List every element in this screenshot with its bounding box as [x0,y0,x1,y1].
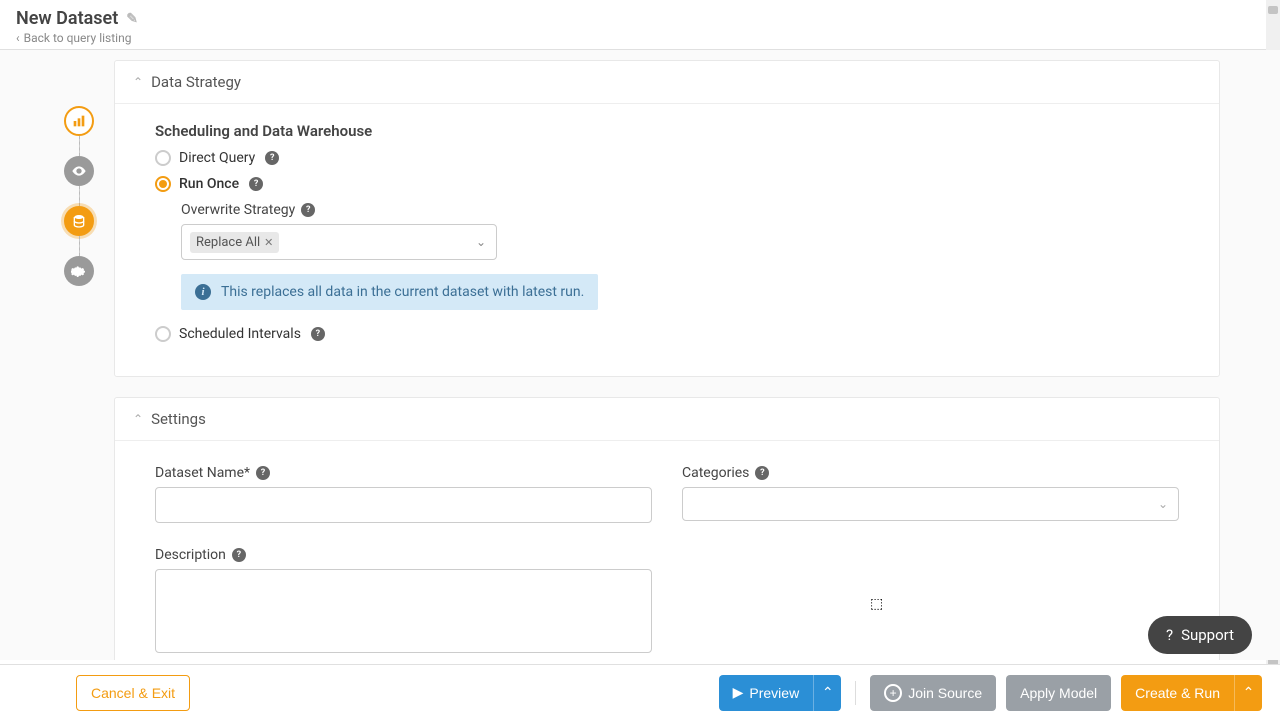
page-title: New Dataset ✎ [16,8,138,29]
cancel-button[interactable]: Cancel & Exit [76,675,190,711]
help-icon[interactable]: ? [256,466,270,480]
chevron-left-icon: ‹ [16,31,20,45]
dataset-name-label-text: Dataset Name* [155,465,250,481]
step-4[interactable] [64,256,94,286]
help-icon[interactable]: ? [249,177,263,191]
step-nav [64,106,94,286]
radio-icon [155,326,171,342]
chevron-up-icon: ⌃ [822,684,834,701]
categories-label: Categories ? [682,465,1179,481]
settings-header[interactable]: ⌃ Settings [115,398,1219,441]
overwrite-select[interactable]: Replace All ✕ ⌄ [181,224,497,260]
play-icon: ▶ [733,684,744,701]
scheduling-title: Scheduling and Data Warehouse [155,122,1179,140]
edit-icon[interactable]: ✎ [126,11,138,27]
question-icon: ? [1166,626,1173,644]
radio-scheduled-intervals[interactable]: Scheduled Intervals ? [155,326,1179,342]
dataset-name-input[interactable] [155,487,652,523]
settings-body: Dataset Name* ? Categories ? ⌄ [115,441,1219,660]
support-button[interactable]: ? Support [1148,616,1252,654]
step-1[interactable] [64,106,94,136]
dataset-name-label: Dataset Name* ? [155,465,652,481]
join-source-label: Join Source [908,685,982,701]
cancel-button-label: Cancel & Exit [91,685,175,701]
categories-select[interactable]: ⌄ [682,487,1179,521]
description-input[interactable] [155,569,652,653]
chevron-down-icon: ⌄ [1158,497,1168,511]
settings-title: Settings [151,410,206,428]
bars-icon [71,113,87,129]
help-icon[interactable]: ? [301,203,315,217]
create-run-label: Create & Run [1135,685,1220,701]
close-icon[interactable]: ✕ [264,236,273,249]
step-2[interactable] [64,156,94,186]
top-bar: New Dataset ✎ ‹ Back to query listing [0,0,1280,50]
create-run-button[interactable]: Create & Run [1121,675,1234,711]
radio-label: Direct Query [179,150,255,166]
data-strategy-header[interactable]: ⌃ Data Strategy [115,61,1219,104]
plus-circle-icon: + [884,684,902,702]
database-icon [71,213,87,229]
apply-model-label: Apply Model [1020,685,1097,701]
radio-icon [155,176,171,192]
info-icon: i [195,284,211,300]
chevron-up-icon: ⌃ [1243,684,1255,701]
data-strategy-panel: ⌃ Data Strategy Scheduling and Data Ware… [114,60,1220,377]
footer-bar: Cancel & Exit ▶ Preview ⌃ + Join Source … [0,664,1280,720]
overwrite-tag[interactable]: Replace All ✕ [190,232,279,253]
gear-icon [71,263,87,279]
description-field: Description ? [155,547,652,657]
settings-panel: ⌃ Settings Dataset Name* ? Categories [114,397,1220,660]
chevron-up-icon: ⌃ [133,75,143,89]
overwrite-label: Overwrite Strategy ? [181,202,1179,218]
radio-label: Run Once [179,176,239,192]
join-source-button[interactable]: + Join Source [870,675,996,711]
eye-icon [71,163,87,179]
info-box: i This replaces all data in the current … [181,274,598,310]
preview-button[interactable]: ▶ Preview [719,675,814,711]
data-strategy-title: Data Strategy [151,73,241,91]
overwrite-tag-text: Replace All [196,235,260,250]
scroll-arrow-up[interactable] [1268,6,1278,14]
help-icon[interactable]: ? [311,327,325,341]
radio-label: Scheduled Intervals [179,326,301,342]
help-icon[interactable]: ? [265,151,279,165]
preview-dropdown[interactable]: ⌃ [813,675,841,711]
support-label: Support [1181,626,1234,644]
back-link[interactable]: ‹ Back to query listing [16,31,1264,45]
description-label-text: Description [155,547,226,563]
info-text: This replaces all data in the current da… [221,284,584,300]
categories-field: Categories ? ⌄ [682,465,1179,523]
step-connector [79,136,80,156]
step-connector [79,236,80,256]
page-title-text: New Dataset [16,8,118,29]
radio-icon [155,150,171,166]
main-content: ⌃ Data Strategy Scheduling and Data Ware… [0,50,1280,660]
preview-button-label: Preview [749,685,799,701]
description-label: Description ? [155,547,652,563]
overwrite-block: Overwrite Strategy ? Replace All ✕ ⌄ i T… [181,202,1179,310]
radio-run-once[interactable]: Run Once ? [155,176,1179,192]
help-icon[interactable]: ? [232,548,246,562]
radio-direct-query[interactable]: Direct Query ? [155,150,1179,166]
data-strategy-body: Scheduling and Data Warehouse Direct Que… [115,104,1219,376]
step-connector [79,186,80,206]
categories-label-text: Categories [682,465,749,481]
dataset-name-field: Dataset Name* ? [155,465,652,523]
apply-model-button[interactable]: Apply Model [1006,675,1111,711]
create-run-dropdown[interactable]: ⌃ [1234,675,1262,711]
help-icon[interactable]: ? [755,466,769,480]
divider [855,681,856,705]
back-link-text: Back to query listing [24,31,132,45]
chevron-down-icon: ⌄ [476,235,486,249]
step-3[interactable] [64,206,94,236]
overwrite-label-text: Overwrite Strategy [181,202,295,218]
chevron-up-icon: ⌃ [133,412,143,426]
